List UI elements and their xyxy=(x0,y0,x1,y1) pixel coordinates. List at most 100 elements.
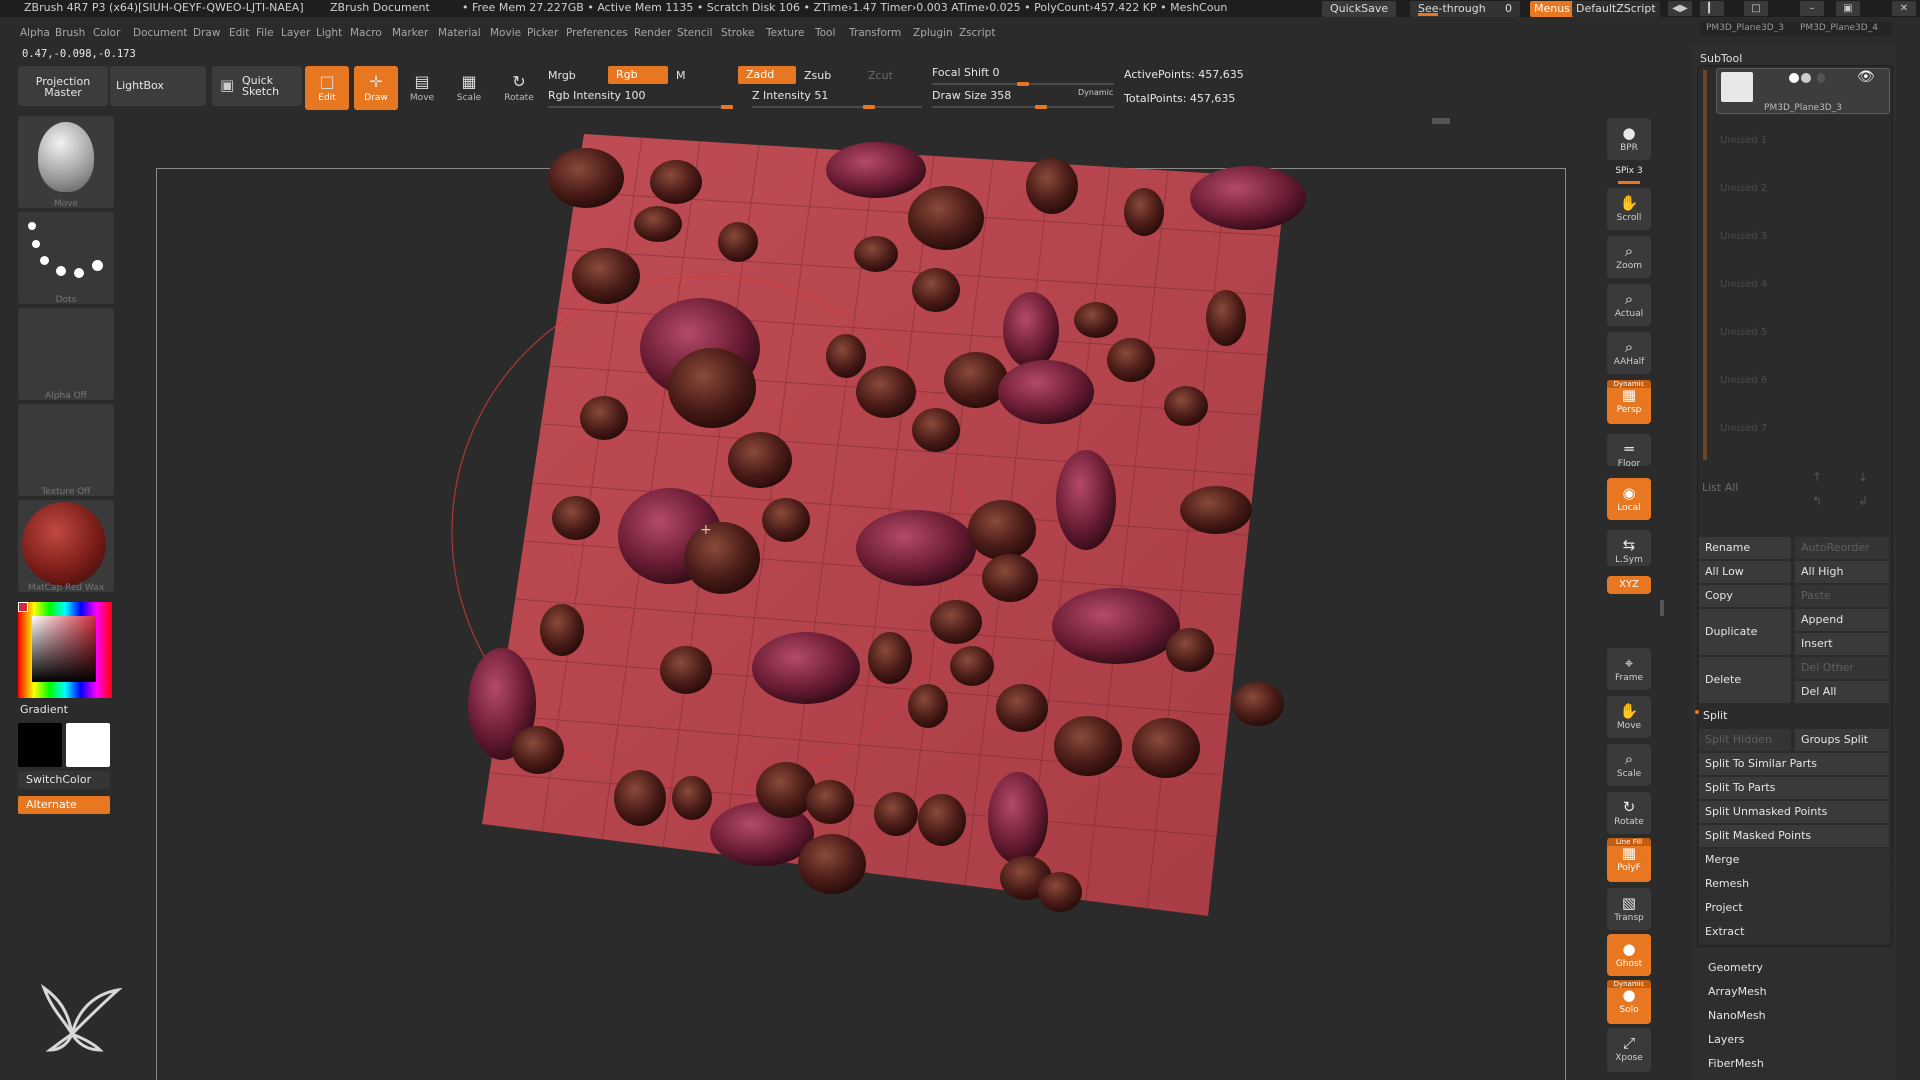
spix-label[interactable]: SPix 3 xyxy=(1611,166,1647,176)
layout-icon[interactable]: ▎ xyxy=(1700,1,1724,16)
switch-color-button[interactable]: SwitchColor xyxy=(18,771,110,789)
menu-stencil[interactable]: Stencil xyxy=(677,27,713,39)
aahalf-button[interactable]: ⌕ AAHalf xyxy=(1607,332,1651,374)
scale-button[interactable]: ⌕ Scale xyxy=(1607,744,1651,786)
subtool-slot[interactable]: Unused 4 xyxy=(1720,279,1767,290)
arrow-down-icon[interactable]: ↓ xyxy=(1858,470,1868,484)
move-button[interactable]: ✋ Move xyxy=(1607,696,1651,738)
color-picker[interactable] xyxy=(18,602,112,698)
split-similar-parts-button[interactable]: Split To Similar Parts xyxy=(1699,753,1889,775)
subtool-slot[interactable]: Unused 6 xyxy=(1720,375,1767,386)
color-saturation-square[interactable] xyxy=(32,616,96,682)
move-up-icon[interactable]: ↰ xyxy=(1812,494,1822,508)
menu-draw[interactable]: Draw xyxy=(193,27,220,39)
see-through-slider[interactable]: See-through 0 xyxy=(1410,1,1520,17)
remesh-section[interactable]: Remesh xyxy=(1699,873,1889,895)
rgb-intensity-handle[interactable] xyxy=(721,105,733,109)
zoom-button[interactable]: ⌕ Zoom xyxy=(1607,236,1651,278)
menu-edit[interactable]: Edit xyxy=(229,27,249,39)
split-masked-button[interactable]: Split Masked Points xyxy=(1699,825,1889,847)
projection-master-button[interactable]: Projection Master xyxy=(18,66,108,106)
subtool-slot[interactable]: Unused 7 xyxy=(1720,423,1767,434)
append-button[interactable]: Append xyxy=(1795,609,1889,631)
z-intensity-handle[interactable] xyxy=(863,105,875,109)
all-high-button[interactable]: All High xyxy=(1795,561,1889,583)
split-hidden-button[interactable]: Split Hidden xyxy=(1699,729,1791,751)
menu-zscript[interactable]: Zscript xyxy=(959,27,995,39)
list-all-button[interactable]: List All xyxy=(1702,481,1738,494)
paste-button[interactable]: Paste xyxy=(1795,585,1889,607)
draw-size-label[interactable]: Draw Size 358 xyxy=(932,89,1011,102)
arraymesh-section[interactable]: ArrayMesh xyxy=(1708,985,1767,998)
merge-section[interactable]: Merge xyxy=(1699,849,1889,871)
lsym-button[interactable]: ⇆ L.Sym xyxy=(1607,530,1651,566)
scale-mode-button[interactable]: ▦ Scale xyxy=(447,66,491,110)
draw-mode-button[interactable]: ✛ Draw xyxy=(354,66,398,110)
solo-button[interactable]: Dynamic ● Solo xyxy=(1607,980,1651,1024)
secondary-color-swatch[interactable] xyxy=(18,723,62,767)
menu-brush[interactable]: Brush xyxy=(55,27,85,39)
subtool-slot[interactable]: Unused 1 xyxy=(1720,135,1767,146)
close-icon[interactable]: ✕ xyxy=(1892,1,1916,16)
texture-thumbnail[interactable] xyxy=(18,404,114,496)
floppy-icon[interactable]: □ xyxy=(1744,1,1768,16)
gradient-label[interactable]: Gradient xyxy=(20,703,68,716)
subtool-header[interactable]: SubTool xyxy=(1700,52,1742,65)
channel-icon[interactable] xyxy=(1817,73,1825,83)
alternate-button[interactable]: Alternate xyxy=(18,796,110,814)
arrows-icon[interactable]: ◀▶ xyxy=(1668,1,1692,16)
mrgb-toggle[interactable]: Mrgb xyxy=(548,69,576,82)
menu-marker[interactable]: Marker xyxy=(392,27,428,39)
menu-color[interactable]: Color xyxy=(93,27,120,39)
spix-slider[interactable] xyxy=(1618,181,1640,184)
subtool-slot[interactable]: Unused 2 xyxy=(1720,183,1767,194)
zadd-toggle[interactable]: Zadd xyxy=(738,66,796,84)
panel-collapse-handle[interactable] xyxy=(1660,600,1664,616)
del-other-button[interactable]: Del Other xyxy=(1795,657,1889,679)
menu-file[interactable]: File xyxy=(256,27,274,39)
auto-reorder-button[interactable]: AutoReorder xyxy=(1795,537,1889,559)
menu-picker[interactable]: Picker xyxy=(527,27,558,39)
main-color-swatch[interactable] xyxy=(66,723,110,767)
menu-layer[interactable]: Layer xyxy=(281,27,310,39)
eye-icon[interactable]: 👁 xyxy=(1857,69,1875,85)
canvas-viewport[interactable]: + xyxy=(156,130,1566,1080)
restore-icon[interactable]: ▣ xyxy=(1836,1,1860,16)
project-section[interactable]: Project xyxy=(1699,897,1889,919)
rgb-toggle[interactable]: Rgb xyxy=(608,66,668,84)
z-intensity-track[interactable] xyxy=(752,106,922,108)
actual-button[interactable]: ⌕ Actual xyxy=(1607,284,1651,326)
zsub-toggle[interactable]: Zsub xyxy=(804,69,831,82)
subtool-slot[interactable]: Unused 3 xyxy=(1720,231,1767,242)
menu-document[interactable]: Document xyxy=(133,27,187,39)
draw-size-track[interactable] xyxy=(932,106,1114,108)
floor-button[interactable]: ═ Floor xyxy=(1607,434,1651,469)
all-low-button[interactable]: All Low xyxy=(1699,561,1791,583)
active-subtool[interactable]: 👁 PM3D_Plane3D_3 xyxy=(1716,68,1890,114)
menus-toggle[interactable]: Menus xyxy=(1530,1,1574,17)
material-icon[interactable] xyxy=(1801,73,1811,83)
copy-button[interactable]: Copy xyxy=(1699,585,1791,607)
minimize-icon[interactable]: – xyxy=(1800,1,1824,16)
m-toggle[interactable]: M xyxy=(676,69,686,82)
focal-shift-label[interactable]: Focal Shift 0 xyxy=(932,66,1000,79)
move-mode-button[interactable]: ▤ Move xyxy=(400,66,444,110)
move-down-icon[interactable]: ↲ xyxy=(1858,494,1868,508)
material-thumbnail[interactable] xyxy=(18,500,114,592)
default-zscript-button[interactable]: DefaultZScript xyxy=(1572,1,1660,17)
rename-button[interactable]: Rename xyxy=(1699,537,1791,559)
zcut-toggle[interactable]: Zcut xyxy=(868,69,893,82)
fibermesh-section[interactable]: FiberMesh xyxy=(1708,1057,1764,1070)
menu-alpha[interactable]: Alpha xyxy=(20,27,50,39)
menu-transform[interactable]: Transform xyxy=(849,27,901,39)
menu-movie[interactable]: Movie xyxy=(490,27,521,39)
persp-button[interactable]: Dynamic ▦ Persp xyxy=(1607,380,1651,424)
menu-zplugin[interactable]: Zplugin xyxy=(913,27,953,39)
polypaint-icon[interactable] xyxy=(1789,73,1799,83)
geometry-section[interactable]: Geometry xyxy=(1708,961,1763,974)
xyz-symmetry-button[interactable]: XYZ xyxy=(1607,576,1651,594)
extract-section[interactable]: Extract xyxy=(1699,921,1889,943)
dynamic-toggle[interactable]: Dynamic xyxy=(1078,88,1113,97)
del-all-button[interactable]: Del All xyxy=(1795,681,1889,703)
quicksave-button[interactable]: QuickSave xyxy=(1322,1,1397,17)
